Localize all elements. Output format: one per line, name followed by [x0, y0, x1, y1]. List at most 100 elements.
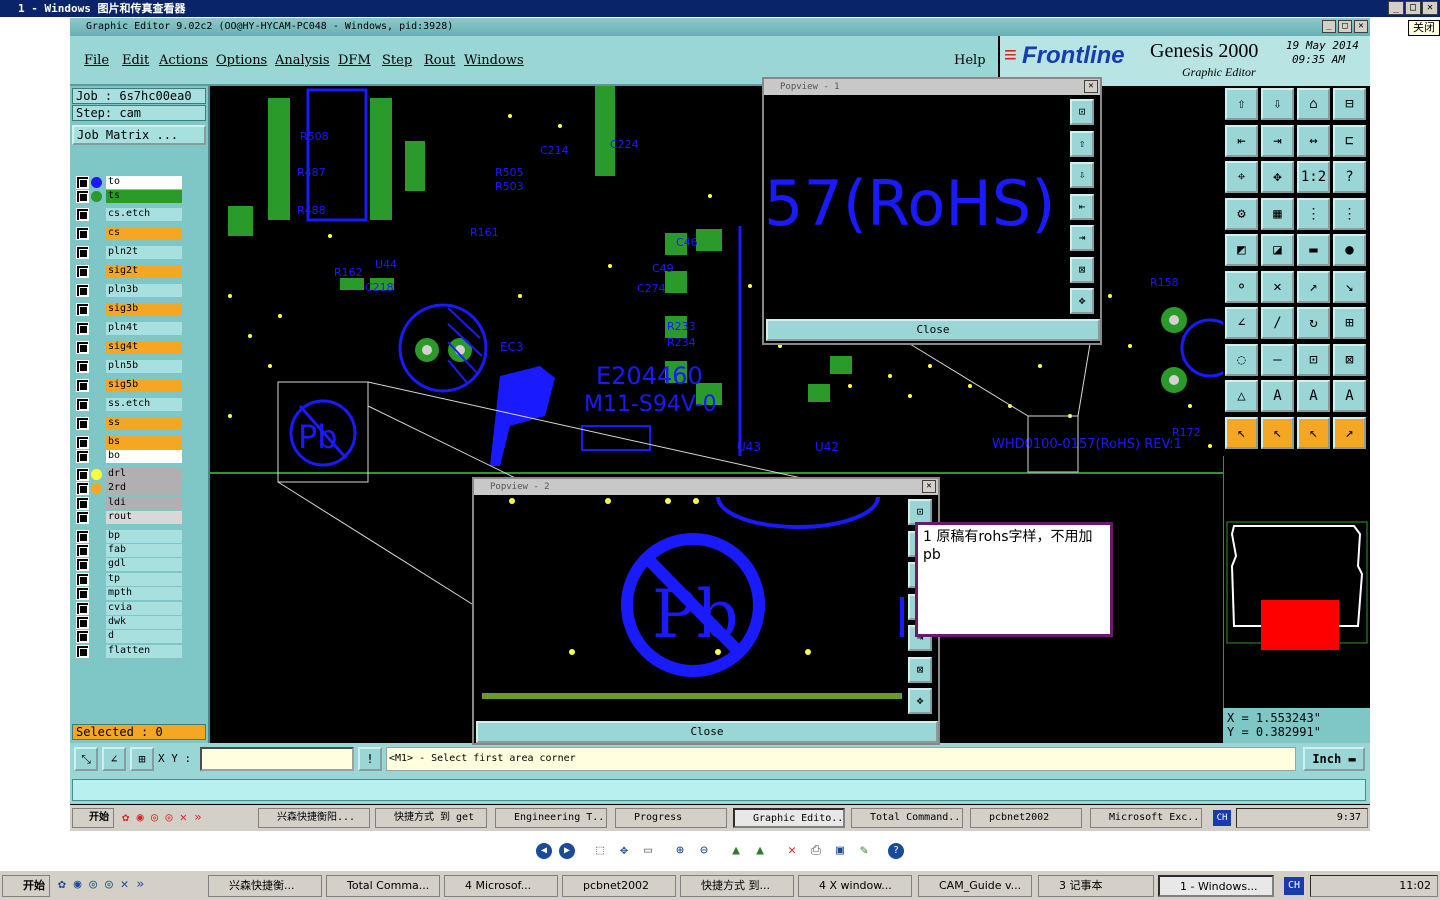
units-button[interactable]: Inch ▬	[1303, 747, 1365, 771]
layers-icon[interactable]: ⊏	[1333, 124, 1366, 157]
task-0[interactable]: 兴森快捷衡...	[208, 875, 322, 897]
zoom-area-icon[interactable]: ⤡	[74, 747, 98, 771]
inner-task-2[interactable]: Engineering T...	[495, 808, 607, 828]
layer-row-gdl[interactable]: gdl	[76, 558, 182, 572]
lang-indicator[interactable]: CH	[1284, 877, 1304, 895]
layer-name[interactable]: tp	[106, 572, 182, 586]
move-up-icon[interactable]: ⇧	[1225, 88, 1258, 120]
layer-row-sig3b[interactable]: sig3b	[76, 303, 182, 316]
layer-name[interactable]: rout	[106, 511, 182, 525]
text-b-icon[interactable]: A	[1297, 380, 1330, 412]
layer-name[interactable]: pln3b	[106, 284, 182, 297]
layer-row-cs-etch[interactable]: cs.etch	[76, 208, 182, 221]
menu-edit[interactable]: Edit	[122, 53, 149, 68]
layer-row-flatten[interactable]: flatten	[76, 644, 182, 658]
home-icon[interactable]: ⌂	[1297, 88, 1330, 120]
layer-name[interactable]: ss.etch	[106, 398, 182, 411]
layer-name[interactable]: pln2t	[106, 246, 182, 259]
layer-checkbox[interactable]	[76, 322, 89, 335]
editor-minimize-button[interactable]: _	[1322, 20, 1336, 33]
layer-row-bs[interactable]: bs	[76, 436, 182, 449]
delete-icon[interactable]: ✕	[784, 843, 800, 859]
layer-checkbox[interactable]	[76, 379, 89, 392]
menu-dfm[interactable]: DFM	[338, 53, 371, 68]
quick-launch-tray[interactable]: ✿ ◉ ◎ ◎ ✕ »	[58, 877, 144, 892]
layer-name[interactable]: cs.etch	[106, 208, 182, 221]
layer-checkbox[interactable]	[76, 303, 89, 316]
layer-row-ts[interactable]: ts	[76, 190, 182, 203]
popview-2-zoom-icon[interactable]: ⊠	[908, 656, 932, 683]
arrow-se-icon[interactable]: ↘	[1333, 270, 1366, 303]
layer-checkbox[interactable]	[76, 284, 89, 297]
cross-icon[interactable]: ✕	[1261, 270, 1294, 303]
triangle-icon[interactable]: △	[1225, 380, 1258, 412]
layer-name[interactable]: dwk	[106, 616, 182, 629]
layer-name[interactable]: to	[106, 176, 182, 189]
grid-icon[interactable]: ▦	[1261, 197, 1294, 230]
inner-task-1[interactable]: 快捷方式 到 get	[375, 808, 487, 828]
ratio-icon[interactable]: 1:2	[1297, 161, 1330, 193]
layer-row-to[interactable]: to	[76, 176, 182, 189]
layer-row-bo[interactable]: bo	[76, 450, 182, 463]
task-3[interactable]: pcbnet2002	[562, 875, 676, 897]
layer-checkbox[interactable]	[76, 511, 89, 525]
layer-checkbox[interactable]	[76, 450, 89, 463]
layer-row-pln2t[interactable]: pln2t	[76, 246, 182, 259]
slideshow-icon[interactable]: ▭	[640, 843, 656, 859]
layer-row-ss-etch[interactable]: ss.etch	[76, 398, 182, 411]
grid-icon[interactable]: ⊞	[130, 747, 154, 771]
popview-1-right-icon[interactable]: ⇥	[1070, 225, 1094, 251]
help-icon[interactable]: ?	[1333, 161, 1366, 193]
start-button[interactable]: 开始	[2, 875, 50, 897]
measure-icon[interactable]: ∠	[102, 747, 126, 771]
layer-name[interactable]: pln4t	[106, 322, 182, 335]
previous-image-icon[interactable]: ◀	[536, 843, 552, 859]
task-2[interactable]: 4 Microsof...	[444, 875, 558, 897]
connect-icon[interactable]: ⚬	[1225, 270, 1258, 303]
move-left-icon[interactable]: ⇤	[1225, 124, 1258, 157]
inner-task-0[interactable]: 兴森快捷衡阳...	[258, 808, 370, 828]
layer-row-pln4t[interactable]: pln4t	[76, 322, 182, 335]
task-5[interactable]: 4 X window...	[798, 875, 912, 897]
move-right-icon[interactable]: ⇥	[1261, 124, 1294, 157]
layer-name[interactable]: cvia	[106, 601, 182, 615]
popview-1-fit-icon[interactable]: ⊡	[1070, 99, 1094, 125]
layer-checkbox[interactable]	[76, 558, 89, 572]
angle-icon[interactable]: ∠	[1225, 307, 1258, 339]
popview-2-pan-icon[interactable]: ✥	[908, 688, 932, 714]
layer-checkbox[interactable]	[76, 630, 89, 644]
menu-analysis[interactable]: Analysis	[275, 53, 330, 68]
layer-row-rout[interactable]: rout	[76, 511, 182, 525]
layer-row-pln3b[interactable]: pln3b	[76, 284, 182, 297]
layer-name[interactable]: sig4t	[106, 341, 182, 354]
layer-name[interactable]: bs	[106, 436, 182, 449]
layer-checkbox[interactable]	[76, 482, 89, 496]
layer-row-sig4t[interactable]: sig4t	[76, 341, 182, 354]
layer-checkbox[interactable]	[76, 227, 89, 240]
text-c-icon[interactable]: A	[1333, 380, 1366, 412]
layer-name[interactable]: bo	[106, 450, 182, 463]
layer-row-tp[interactable]: tp	[76, 572, 182, 586]
pan-icon[interactable]: ✥	[1261, 161, 1294, 193]
task-1[interactable]: Total Comma...	[326, 875, 440, 897]
popview-2-close-button[interactable]: Close	[476, 721, 938, 743]
select-a-icon[interactable]: ◌	[1225, 343, 1258, 376]
box-a-icon[interactable]: ⊡	[1297, 343, 1330, 376]
popview-1-close-button[interactable]: Close	[766, 319, 1100, 341]
layer-row-fab[interactable]: fab	[76, 544, 182, 557]
layer-checkbox[interactable]	[76, 616, 89, 629]
snap-b-icon[interactable]: ⋮	[1333, 197, 1366, 230]
menu-actions[interactable]: Actions	[159, 53, 208, 68]
inner-task-3[interactable]: Progress	[615, 808, 727, 828]
layer-name[interactable]: ts	[106, 190, 182, 203]
editor-maximize-button[interactable]: □	[1338, 20, 1352, 33]
menu-rout[interactable]: Rout	[424, 53, 455, 68]
split-icon[interactable]: ⊟	[1333, 88, 1366, 120]
layer-name[interactable]: mpth	[106, 587, 182, 601]
layer-checkbox[interactable]	[76, 341, 89, 354]
layer-row-pln5b[interactable]: pln5b	[76, 360, 182, 373]
layer-name[interactable]: drl	[106, 468, 182, 481]
cursor-b-icon[interactable]: ↖	[1261, 416, 1294, 449]
print-icon[interactable]: ⎙	[808, 843, 824, 859]
layer-checkbox[interactable]	[76, 496, 89, 510]
